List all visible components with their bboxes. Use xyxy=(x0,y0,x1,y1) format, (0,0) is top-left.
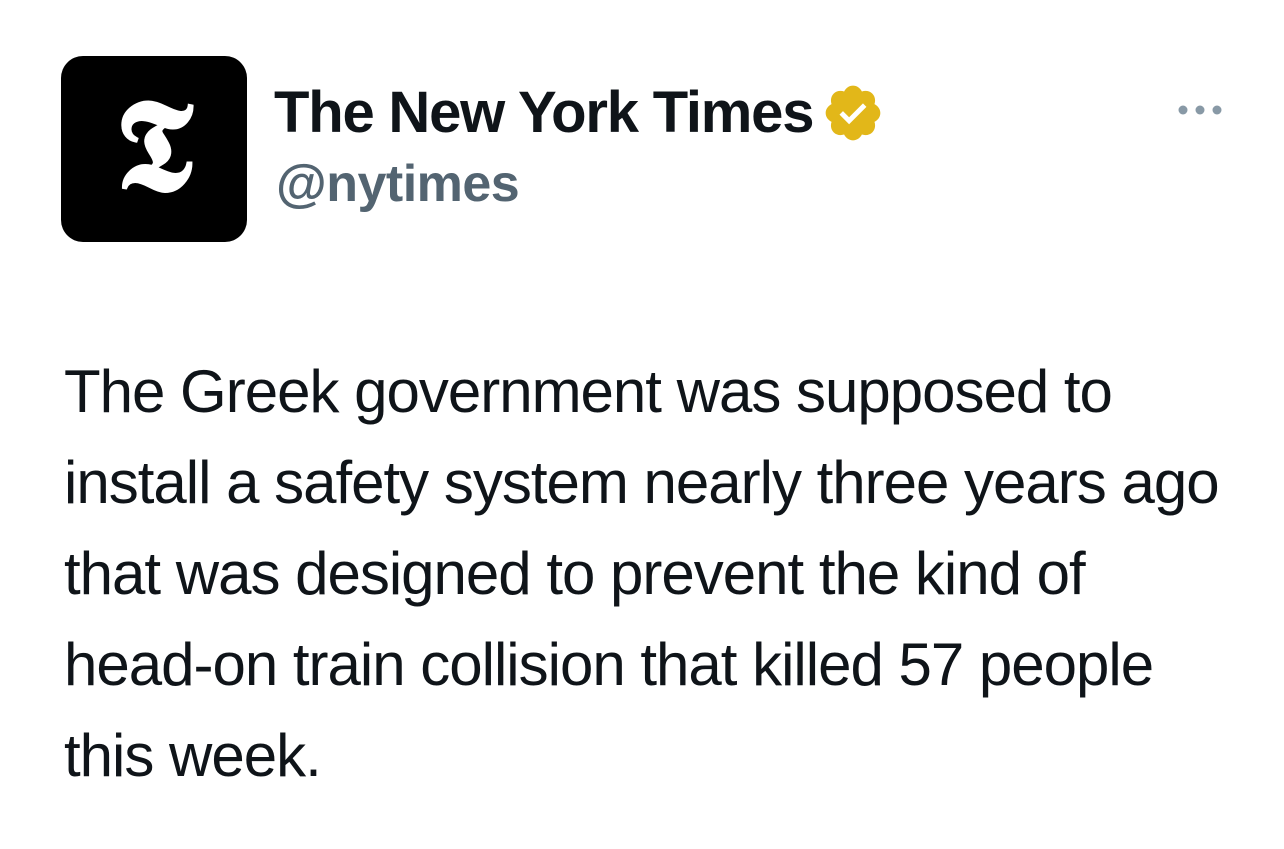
author-handle[interactable]: @nytimes xyxy=(276,158,520,210)
more-options-icon xyxy=(1178,105,1222,115)
author-display-name[interactable]: The New York Times xyxy=(274,84,814,142)
more-options-button[interactable] xyxy=(1170,92,1230,128)
author-name-row: The New York Times xyxy=(274,78,885,148)
author-avatar[interactable]: 𝕿 xyxy=(61,56,247,242)
nyt-t-logo-icon: 𝕿 xyxy=(114,71,194,221)
verified-badge-icon[interactable] xyxy=(821,81,885,145)
tweet-text: The Greek government was supposed to ins… xyxy=(64,358,1220,789)
tweet-card: 𝕿 The New York Times @nytimes The Greek … xyxy=(0,0,1284,849)
